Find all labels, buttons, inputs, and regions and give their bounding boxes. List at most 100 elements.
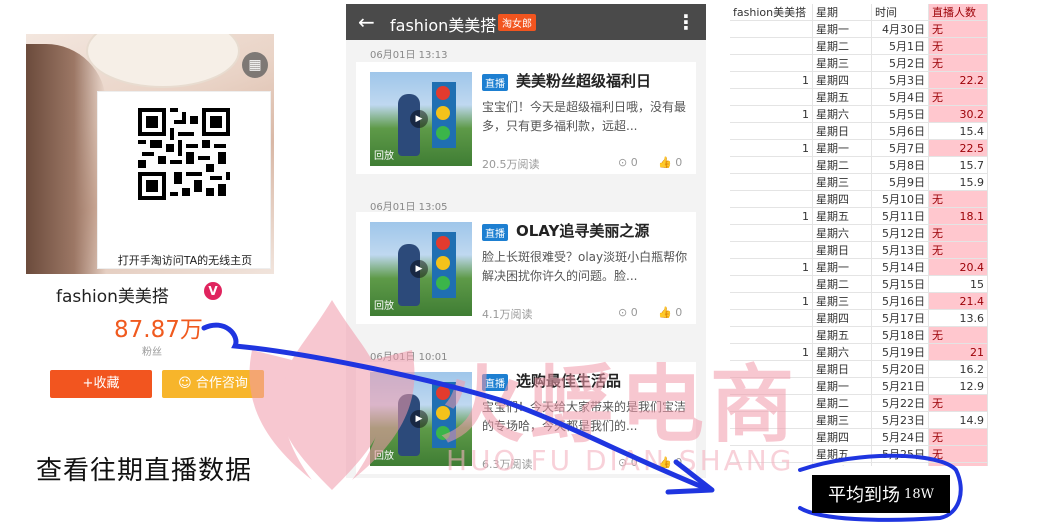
table-cell[interactable]: 5月20日 [871, 360, 929, 378]
table-cell[interactable]: 1 [730, 139, 813, 157]
table-cell[interactable]: 星期五 [812, 326, 872, 344]
table-cell[interactable]: 5月15日 [871, 275, 929, 293]
qrcode-icon[interactable]: ▦ [242, 52, 268, 78]
header-cell[interactable]: 时间 [871, 4, 929, 21]
favorite-button[interactable]: +收藏 [50, 370, 152, 398]
table-cell[interactable]: 16.2 [928, 360, 988, 378]
table-cell[interactable]: 5月8日 [871, 156, 929, 174]
table-cell[interactable]: 星期三 [812, 173, 872, 191]
table-cell[interactable]: 5月3日 [871, 71, 929, 89]
table-cell[interactable]: 星期二 [812, 37, 872, 55]
table-cell[interactable]: 星期二 [812, 394, 872, 412]
post-card[interactable]: ▶ 回放 直播 美美粉丝超级福利日 宝宝们！今天是超级福利日哦，没有最多，只有更… [356, 62, 696, 174]
table-cell[interactable]: 15.4 [928, 122, 988, 140]
table-cell[interactable]: 星期五 [812, 88, 872, 106]
table-cell[interactable]: 5月10日 [871, 190, 929, 208]
table-cell[interactable]: 21 [928, 343, 988, 361]
table-cell[interactable]: 星期二 [812, 275, 872, 293]
table-cell[interactable]: 星期六 [812, 105, 872, 123]
table-cell[interactable]: 无 [928, 445, 988, 463]
table-cell[interactable]: 18.1 [928, 207, 988, 225]
table-cell[interactable]: 无 [928, 394, 988, 412]
header-cell[interactable]: 直播人数 [928, 4, 988, 21]
table-cell[interactable] [730, 241, 813, 259]
table-cell[interactable] [730, 190, 813, 208]
table-cell[interactable]: 5月22日 [871, 394, 929, 412]
table-cell[interactable]: 5月7日 [871, 139, 929, 157]
table-cell[interactable]: 无 [928, 88, 988, 106]
header-cell[interactable]: 星期 [812, 4, 872, 21]
table-cell[interactable]: 5月17日 [871, 309, 929, 327]
table-cell[interactable]: 无 [928, 241, 988, 259]
table-cell[interactable]: 5月18日 [871, 326, 929, 344]
table-cell[interactable]: 15.7 [928, 156, 988, 174]
table-cell[interactable]: 无 [928, 326, 988, 344]
table-cell[interactable]: 1 [730, 71, 813, 89]
table-cell[interactable] [730, 275, 813, 293]
table-cell[interactable]: 星期三 [812, 411, 872, 429]
table-cell[interactable] [730, 20, 813, 38]
table-cell[interactable]: 星期四 [812, 71, 872, 89]
table-cell[interactable]: 星期一 [812, 258, 872, 276]
table-cell[interactable]: 5月4日 [871, 88, 929, 106]
more-menu-icon[interactable]: ⋮ [676, 10, 696, 34]
table-cell[interactable]: 无 [928, 428, 988, 446]
table-cell[interactable]: 星期六 [812, 343, 872, 361]
table-cell[interactable]: 22.2 [928, 71, 988, 89]
like-count[interactable]: 👍 0 [658, 306, 682, 319]
table-cell[interactable]: 无 [928, 20, 988, 38]
table-cell[interactable]: 21.4 [928, 292, 988, 310]
table-cell[interactable]: 5月23日 [871, 411, 929, 429]
header-cell[interactable]: fashion美美搭 [730, 4, 813, 21]
table-cell[interactable]: 13.6 [928, 309, 988, 327]
table-cell[interactable]: 5月13日 [871, 241, 929, 259]
table-cell[interactable]: 12.9 [928, 377, 988, 395]
table-cell[interactable]: 5月25日 [871, 445, 929, 463]
table-cell[interactable]: 无 [928, 190, 988, 208]
table-cell[interactable]: 15.9 [928, 173, 988, 191]
table-cell[interactable] [730, 224, 813, 242]
table-cell[interactable]: 星期六 [812, 462, 872, 466]
table-cell[interactable]: 星期四 [812, 309, 872, 327]
table-cell[interactable]: 1 [730, 258, 813, 276]
table-cell[interactable]: 星期四 [812, 190, 872, 208]
table-cell[interactable] [730, 37, 813, 55]
back-arrow-icon[interactable]: ← [358, 10, 375, 34]
table-cell[interactable]: 星期五 [812, 207, 872, 225]
table-cell[interactable]: 4月30日 [871, 20, 929, 38]
table-cell[interactable]: 星期一 [812, 20, 872, 38]
table-cell[interactable]: 星期日 [812, 360, 872, 378]
table-cell[interactable]: 5月11日 [871, 207, 929, 225]
table-cell[interactable] [730, 173, 813, 191]
table-cell[interactable]: 1 [730, 207, 813, 225]
table-cell[interactable]: 14.9 [928, 411, 988, 429]
table-cell[interactable]: 5月24日 [871, 428, 929, 446]
table-cell[interactable]: 5月19日 [871, 343, 929, 361]
table-cell[interactable]: 星期三 [812, 54, 872, 72]
table-cell[interactable]: 5月5日 [871, 105, 929, 123]
table-cell[interactable]: 5月2日 [871, 54, 929, 72]
like-count[interactable]: 👍 0 [658, 156, 682, 169]
table-cell[interactable]: 星期四 [812, 428, 872, 446]
table-cell[interactable]: 1 [730, 105, 813, 123]
post-title[interactable]: OLAY追寻美丽之源 [516, 220, 649, 241]
table-cell[interactable]: 星期三 [812, 292, 872, 310]
table-cell[interactable]: 星期六 [812, 224, 872, 242]
table-cell[interactable] [730, 309, 813, 327]
table-cell[interactable]: 无 [928, 462, 988, 466]
table-cell[interactable]: 5月9日 [871, 173, 929, 191]
table-cell[interactable] [730, 54, 813, 72]
post-title[interactable]: 美美粉丝超级福利日 [516, 70, 651, 91]
table-cell[interactable]: 20.4 [928, 258, 988, 276]
table-cell[interactable]: 无 [928, 37, 988, 55]
table-cell[interactable]: 22.5 [928, 139, 988, 157]
table-cell[interactable]: 无 [928, 224, 988, 242]
table-cell[interactable]: 5月6日 [871, 122, 929, 140]
table-cell[interactable] [730, 156, 813, 174]
table-cell[interactable] [730, 88, 813, 106]
table-cell[interactable]: 星期一 [812, 377, 872, 395]
table-cell[interactable]: 30.2 [928, 105, 988, 123]
table-cell[interactable]: 15 [928, 275, 988, 293]
comment-count[interactable]: ⊙ 0 [618, 156, 638, 169]
table-cell[interactable]: 星期日 [812, 241, 872, 259]
